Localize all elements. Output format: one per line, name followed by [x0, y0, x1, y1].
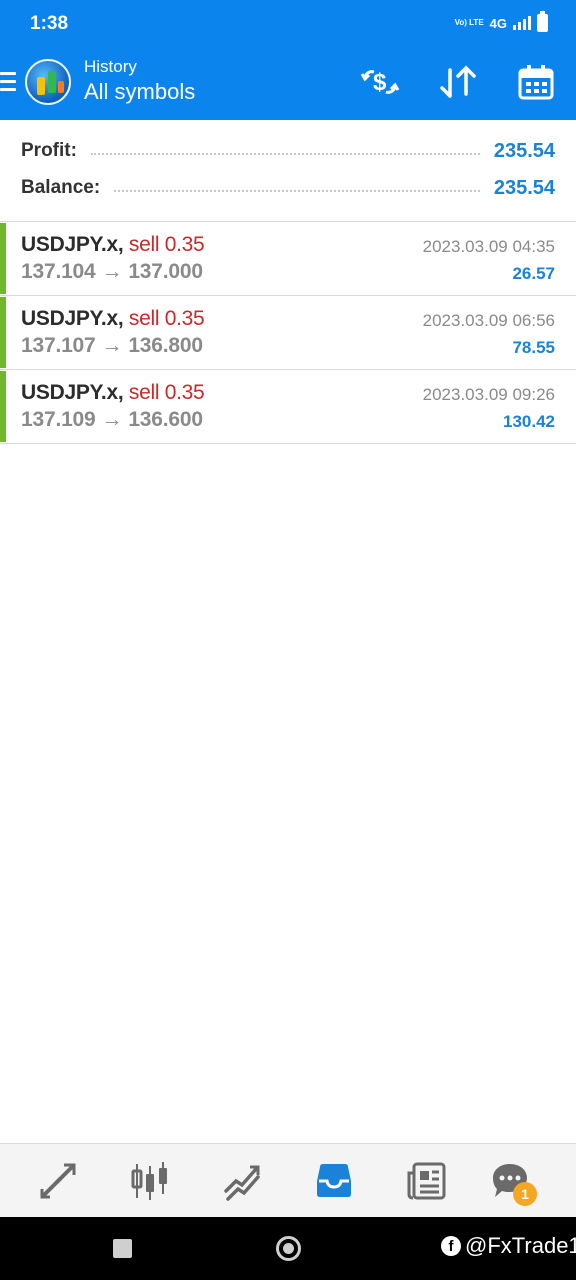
deal-side: sell 0.35 — [128, 307, 205, 330]
watermark: f @FxTrade1 — [441, 1233, 576, 1259]
home-button[interactable] — [276, 1236, 301, 1261]
symbol-text: USDJPY.x, — [21, 307, 124, 330]
deal-status-bar — [0, 223, 6, 294]
app-bar: History All symbols $ — [0, 48, 576, 120]
deal-prices: 137.104 → 137.000 — [21, 260, 203, 284]
nav-chat[interactable]: 1 — [487, 1158, 537, 1206]
deal-row[interactable]: USDJPY.x, sell 0.35 137.104 → 137.000 2023… — [0, 222, 576, 296]
dotted-leader — [90, 153, 480, 155]
app-actions: $ — [360, 62, 556, 102]
sort-arrows-icon — [438, 64, 476, 100]
arrow-icon: → — [101, 334, 123, 357]
deal-profit: 130.42 — [503, 412, 555, 431]
watermark-text: @FxTrade1 — [465, 1233, 576, 1258]
deal-time: 2023.03.09 06:56 — [422, 311, 555, 330]
deal-side: sell 0.35 — [128, 233, 205, 256]
symbol-filter-button[interactable]: $ — [360, 62, 400, 102]
deal-row[interactable]: USDJPY.x, sell 0.35 137.109 → 136.600 2023… — [0, 370, 576, 444]
deal-side: sell 0.35 — [128, 381, 205, 404]
nav-chart[interactable] — [127, 1158, 173, 1204]
battery-icon — [537, 11, 548, 32]
svg-text:$: $ — [373, 69, 387, 96]
deal-prices: 137.109 → 136.600 — [21, 408, 203, 432]
news-icon — [407, 1162, 446, 1200]
open-price: 137.109 — [21, 408, 96, 431]
nav-history[interactable] — [311, 1158, 357, 1204]
sort-button[interactable] — [438, 62, 478, 102]
nav-news[interactable] — [403, 1158, 449, 1204]
deal-time: 2023.03.09 04:35 — [422, 237, 555, 256]
quotes-icon — [40, 1163, 76, 1199]
balance-value: 235.54 — [493, 176, 555, 199]
calendar-icon — [518, 65, 554, 100]
deal-symbol: USDJPY.x, sell 0.35 — [21, 381, 205, 405]
deal-profit: 26.57 — [512, 264, 555, 283]
history-inbox-icon — [317, 1164, 351, 1197]
status-bar: 1:38 Vo) LTE 4G — [0, 0, 576, 48]
trade-lines-icon — [224, 1165, 260, 1201]
profit-label: Profit: — [21, 140, 77, 161]
title-block[interactable]: History All symbols — [84, 57, 195, 107]
menu-icon[interactable] — [0, 72, 16, 94]
arrow-icon: → — [101, 260, 123, 283]
app-logo[interactable] — [25, 59, 71, 105]
close-price: 136.800 — [128, 334, 203, 357]
currency-exchange-icon: $ — [360, 69, 400, 96]
deal-time: 2023.03.09 09:26 — [422, 385, 555, 404]
deal-status-bar — [0, 371, 6, 442]
facebook-icon: f — [441, 1236, 461, 1256]
profit-row: Profit: 235.54 — [21, 136, 555, 166]
dotted-leader — [114, 190, 480, 192]
system-nav-bar: f @FxTrade1 — [0, 1217, 576, 1280]
status-time: 1:38 — [30, 13, 69, 34]
profit-value: 235.54 — [493, 139, 555, 162]
status-icons: Vo) LTE 4G — [454, 11, 548, 32]
open-price: 137.107 — [21, 334, 96, 357]
arrow-icon: → — [101, 408, 123, 431]
app-subtitle: History — [84, 57, 137, 76]
deal-symbol: USDJPY.x, sell 0.35 — [21, 307, 205, 331]
chat-badge: 1 — [513, 1182, 537, 1206]
volte-icon: Vo) LTE — [454, 18, 484, 27]
page-title: All symbols — [84, 79, 196, 104]
symbol-text: USDJPY.x, — [21, 381, 124, 404]
balance-label: Balance: — [21, 177, 101, 198]
deal-profit: 78.55 — [512, 338, 555, 357]
deal-symbol: USDJPY.x, sell 0.35 — [21, 233, 205, 257]
deal-status-bar — [0, 297, 6, 368]
date-range-button[interactable] — [516, 62, 556, 102]
symbol-text: USDJPY.x, — [21, 233, 124, 256]
close-price: 136.600 — [128, 408, 203, 431]
home-icon — [283, 1243, 294, 1254]
candlestick-chart-icon — [131, 1162, 167, 1200]
recent-apps-button[interactable] — [113, 1239, 132, 1258]
top-bar: 1:38 Vo) LTE 4G History All symbols $ — [0, 0, 576, 120]
deal-row[interactable]: USDJPY.x, sell 0.35 137.107 → 136.800 2023… — [0, 296, 576, 370]
deal-prices: 137.107 → 136.800 — [21, 334, 203, 358]
bottom-nav: 1 — [0, 1143, 576, 1217]
close-price: 137.000 — [128, 260, 203, 283]
history-summary: Profit: 235.54 Balance: 235.54 — [0, 120, 576, 222]
signal-icon — [513, 16, 531, 30]
balance-row: Balance: 235.54 — [21, 173, 555, 203]
nav-quotes[interactable] — [35, 1158, 81, 1204]
open-price: 137.104 — [21, 260, 96, 283]
nav-trade[interactable] — [219, 1158, 265, 1204]
network-type: 4G — [489, 15, 507, 31]
